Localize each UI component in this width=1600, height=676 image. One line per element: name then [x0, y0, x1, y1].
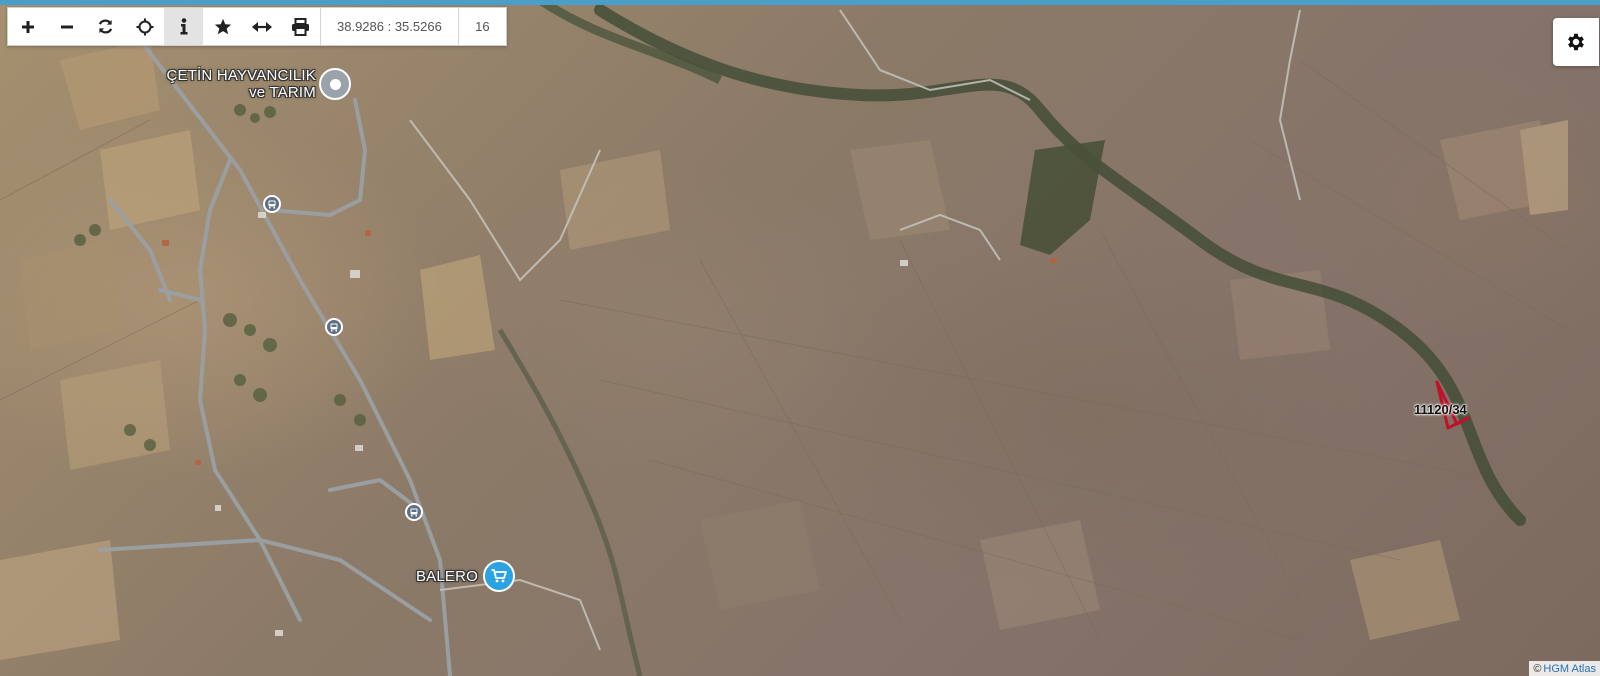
arrows-horizontal-icon [251, 21, 272, 32]
measure-button[interactable] [242, 8, 281, 45]
plus-icon [21, 20, 34, 33]
print-button[interactable] [281, 8, 320, 45]
map-toolbar: 38.9286 : 35.5266 16 [7, 7, 507, 46]
settings-button[interactable] [1553, 18, 1599, 66]
map-imagery [0, 0, 1569, 676]
copyright-symbol: © [1533, 662, 1542, 675]
location-pin-icon[interactable] [319, 68, 351, 100]
zoom-in-button[interactable] [8, 8, 47, 45]
poi-label-line1: ÇETİN HAYVANCILIK [166, 67, 316, 84]
map-attribution: © HGM Atlas [1529, 661, 1600, 676]
poi-cetin-hayvancilik-label[interactable]: ÇETİN HAYVANCILIK ve TARIM [150, 67, 316, 101]
zoom-level: 16 [457, 8, 506, 45]
bus-icon[interactable] [325, 318, 343, 336]
top-accent-bar [0, 0, 1600, 5]
favorite-button[interactable] [203, 8, 242, 45]
poi-label-line2: ve TARIM [249, 84, 316, 101]
gear-icon [1568, 33, 1584, 51]
star-icon [214, 18, 231, 35]
refresh-button[interactable] [86, 8, 125, 45]
bus-icon[interactable] [405, 503, 423, 521]
parcel-label[interactable]: 11120/34 [1414, 402, 1467, 417]
attribution-link[interactable]: HGM Atlas [1543, 663, 1596, 675]
minus-icon [60, 25, 73, 28]
coordinate-readout: 38.9286 : 35.5266 [320, 8, 458, 45]
shopping-cart-icon[interactable] [483, 560, 515, 592]
info-icon [180, 18, 187, 35]
crosshair-icon [136, 18, 153, 35]
bus-icon[interactable] [263, 195, 281, 213]
poi-balero-label[interactable]: BALERO [380, 568, 478, 585]
satellite-map[interactable] [0, 0, 1600, 676]
info-button[interactable] [164, 8, 203, 45]
refresh-icon [98, 19, 113, 34]
poi-label-line1: BALERO [415, 568, 478, 585]
printer-icon [292, 17, 309, 36]
locate-button[interactable] [125, 8, 164, 45]
zoom-out-button[interactable] [47, 8, 86, 45]
